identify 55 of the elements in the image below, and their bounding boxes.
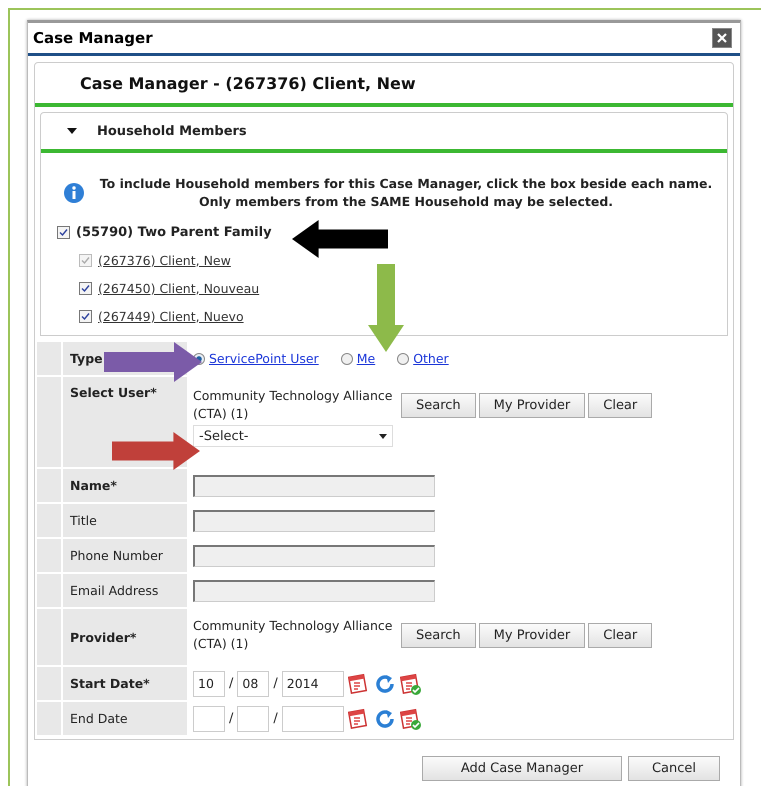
form-button[interactable]: Clear [588,392,652,418]
info-text: To include Household members for this Case Manager, click the box beside each name. Only members from the SAME Household may be selected. [99,175,713,211]
year-field[interactable]: 2014 [282,670,344,696]
year-field[interactable] [282,706,344,732]
date-separator: / [273,711,278,726]
field-label: Provider* [70,630,136,644]
close-button[interactable] [712,28,732,48]
refresh-icon[interactable] [374,708,396,730]
month-field[interactable] [193,706,225,732]
caret-icon[interactable] [67,128,77,134]
field-label: End Date [70,711,128,726]
panel-title: Case Manager - (267376) Client, New [80,74,416,92]
member-link[interactable]: (267450) Client, Nouveau [98,280,260,296]
option-link[interactable]: Other [413,351,449,366]
window-title: Case Manager [33,29,153,47]
option-link[interactable]: ServicePoint User [209,351,319,366]
text-field[interactable] [193,544,435,566]
checkbox[interactable] [79,310,92,322]
month-field[interactable]: 10 [193,670,225,696]
date-separator: / [273,676,278,691]
radio-button[interactable] [340,352,353,364]
text-field[interactable] [193,474,435,496]
text-field[interactable] [193,510,435,532]
close-icon [716,32,728,44]
field-label: Title [70,513,97,528]
form-button[interactable]: Search [401,622,476,648]
day-field[interactable]: 08 [237,670,270,696]
field-label: Type [70,351,103,366]
provider-text: Community Technology Alliance (CTA) (1) [193,617,393,653]
checkbox[interactable] [57,226,70,238]
field-label: Phone Number [70,548,163,563]
radio-button[interactable] [397,352,410,364]
option-link[interactable]: Me [356,351,376,366]
date-separator: / [229,711,234,726]
field-label: Email Address [70,583,158,598]
info-icon [63,182,85,204]
member-link[interactable]: (267449) Client, Nuevo [98,308,244,324]
provider-text: Community Technology Alliance (CTA) (1) [193,387,393,423]
dialog-button[interactable]: Cancel [628,756,720,781]
checkbox[interactable] [79,282,92,294]
refresh-icon[interactable] [374,672,396,694]
select-dropdown[interactable]: -Select- [193,425,393,447]
form-button[interactable]: Search [401,392,476,418]
form-button[interactable]: My Provider [478,622,586,648]
text-field[interactable] [193,580,435,602]
field-label: Start Date* [70,676,150,691]
date-separator: / [229,676,234,691]
dialog-button[interactable]: Add Case Manager [422,756,622,781]
family-label: (55790) Two Parent Family [76,224,272,240]
section-title: Household Members [97,124,247,138]
field-label: Select User* [70,385,157,400]
day-field[interactable] [237,706,270,732]
form-button[interactable]: Clear [588,622,652,648]
field-label: Name* [70,478,117,493]
form-button[interactable]: My Provider [478,392,586,418]
